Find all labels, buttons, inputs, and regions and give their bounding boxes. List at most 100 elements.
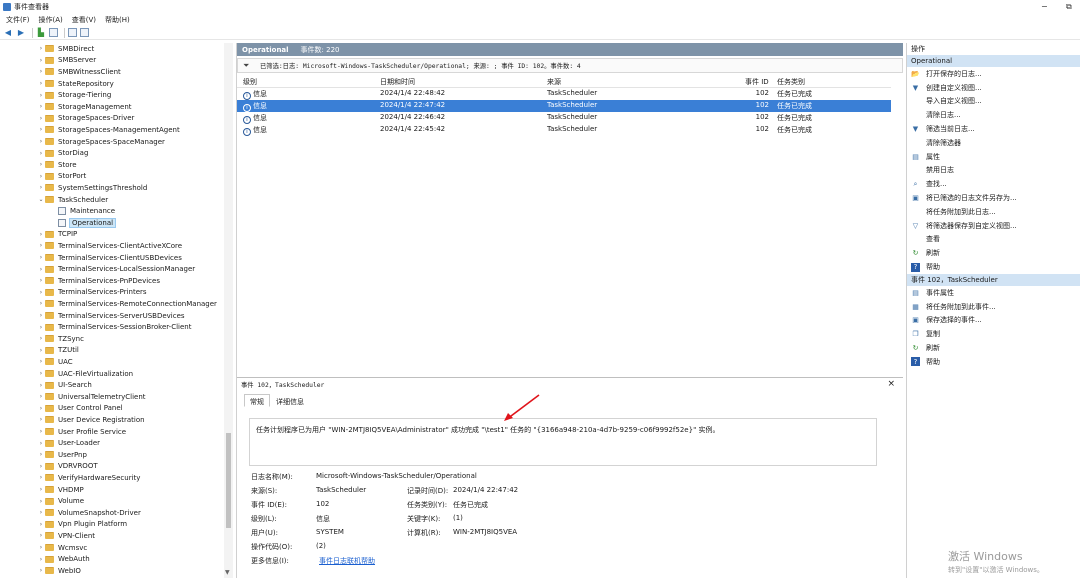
tree-item[interactable]: Operational xyxy=(58,217,117,229)
chevron-right-icon[interactable]: › xyxy=(37,103,45,110)
column-level[interactable]: 级别 xyxy=(243,77,257,87)
grid-scrollbar[interactable] xyxy=(891,76,903,410)
tree-item[interactable]: › TCPIP xyxy=(37,229,77,241)
forward-icon[interactable]: ▶ xyxy=(16,28,26,38)
chevron-right-icon[interactable]: › xyxy=(37,532,45,539)
tree-item[interactable]: › SystemSettingsThreshold xyxy=(37,182,148,194)
chevron-right-icon[interactable]: › xyxy=(37,416,45,423)
chevron-right-icon[interactable]: › xyxy=(37,521,45,528)
action-item[interactable]: ▼ 创建自定义视图... xyxy=(907,81,1080,95)
tree-item[interactable]: Maintenance xyxy=(58,205,115,217)
action-item[interactable]: ? 帮助 xyxy=(907,260,1080,274)
chevron-right-icon[interactable]: › xyxy=(37,126,45,133)
chevron-right-icon[interactable]: › xyxy=(37,161,45,168)
action-item[interactable]: ❐ 复制 xyxy=(907,327,1080,341)
actions-section-event[interactable]: 事件 102，TaskScheduler xyxy=(907,273,1080,286)
chevron-right-icon[interactable]: › xyxy=(37,173,45,180)
action-item[interactable]: ▽ 将筛选器保存到自定义视图... xyxy=(907,219,1080,233)
tree-item[interactable]: › Volume xyxy=(37,495,84,507)
tree-item[interactable]: › UI-Search xyxy=(37,379,92,391)
chevron-right-icon[interactable]: › xyxy=(37,463,45,470)
action-item[interactable]: ⌕ 查找... xyxy=(907,177,1080,191)
tree-item[interactable]: › WebIO xyxy=(37,565,81,577)
chevron-right-icon[interactable]: › xyxy=(37,474,45,481)
chevron-right-icon[interactable]: › xyxy=(37,242,45,249)
tree-item[interactable]: › VHDMP xyxy=(37,484,84,496)
action-pane-icon[interactable] xyxy=(80,28,89,37)
scroll-down-icon[interactable]: ▼ xyxy=(225,569,230,576)
tree-item[interactable]: › UAC xyxy=(37,356,73,368)
table-row[interactable]: i 信息 2024/1/4 22:46:42 TaskScheduler 102 任务已完… xyxy=(237,112,891,124)
tree-scrollbar[interactable]: ▼ xyxy=(224,43,233,578)
action-item[interactable]: 将任务附加到此日志... xyxy=(907,205,1080,219)
chevron-right-icon[interactable]: › xyxy=(37,428,45,435)
action-item[interactable]: ▤ 属性 xyxy=(907,150,1080,164)
tree-item[interactable]: › SMBDirect xyxy=(37,43,94,55)
chevron-right-icon[interactable]: › xyxy=(37,370,45,377)
tree-item[interactable]: › User Profile Service xyxy=(37,426,126,438)
tree-item[interactable]: › VPN-Client xyxy=(37,530,95,542)
show-scope-icon[interactable]: ▙ xyxy=(36,28,46,38)
tree-item[interactable]: › Store xyxy=(37,159,77,171)
table-row[interactable]: i 信息 2024/1/4 22:48:42 TaskScheduler 102 任务已完… xyxy=(237,88,891,100)
restore-button[interactable]: ⧉ xyxy=(1066,2,1072,12)
action-item[interactable]: 📂 打开保存的日志... xyxy=(907,67,1080,81)
menu-action[interactable]: 操作(A) xyxy=(39,15,63,25)
action-item[interactable]: 清除日志... xyxy=(907,108,1080,122)
action-item[interactable]: ▣ 将已筛选的日志文件另存为... xyxy=(907,191,1080,205)
action-item[interactable]: 禁用日志 xyxy=(907,164,1080,178)
action-item[interactable]: ↻ 刷新 xyxy=(907,246,1080,260)
tree-item[interactable]: › TerminalServices-SessionBroker-Client xyxy=(37,321,192,333)
action-item[interactable]: 导入自定义视图... xyxy=(907,95,1080,109)
tree-item[interactable]: › TerminalServices-ClientActiveXCore xyxy=(37,240,182,252)
menu-file[interactable]: 文件(F) xyxy=(6,15,30,25)
chevron-right-icon[interactable]: › xyxy=(37,289,45,296)
tree-item[interactable]: › VolumeSnapshot-Driver xyxy=(37,507,141,519)
tree-item[interactable]: › WebAuth xyxy=(37,553,90,565)
chevron-right-icon[interactable]: › xyxy=(37,45,45,52)
chevron-right-icon[interactable]: › xyxy=(37,184,45,191)
tree-item[interactable]: › StorageManagement xyxy=(37,101,132,113)
tab-general[interactable]: 常规 xyxy=(244,394,270,407)
tree-item[interactable]: › TerminalServices-LocalSessionManager xyxy=(37,263,195,275)
tree-item[interactable]: › TerminalServices-PnPDevices xyxy=(37,275,160,287)
action-item[interactable]: 查看 xyxy=(907,233,1080,247)
chevron-right-icon[interactable]: › xyxy=(37,567,45,574)
column-event-id[interactable]: 事件 ID xyxy=(745,77,769,87)
chevron-right-icon[interactable]: › xyxy=(37,300,45,307)
chevron-right-icon[interactable]: › xyxy=(37,324,45,331)
chevron-right-icon[interactable]: › xyxy=(37,509,45,516)
tree-item[interactable]: › TerminalServices-Printers xyxy=(37,287,147,299)
back-icon[interactable]: ◀ xyxy=(3,28,13,38)
tree-item[interactable]: › UniversalTelemetryClient xyxy=(37,391,146,403)
chevron-right-icon[interactable]: › xyxy=(37,544,45,551)
column-category[interactable]: 任务类别 xyxy=(777,77,805,87)
chevron-right-icon[interactable]: › xyxy=(37,335,45,342)
chevron-right-icon[interactable]: › xyxy=(37,405,45,412)
menu-view[interactable]: 查看(V) xyxy=(72,15,96,25)
tree-item[interactable]: › StateRepository xyxy=(37,78,114,90)
chevron-right-icon[interactable]: › xyxy=(37,382,45,389)
close-icon[interactable]: × xyxy=(887,379,895,389)
action-item[interactable]: ▼ 筛选当前日志... xyxy=(907,122,1080,136)
properties-icon[interactable] xyxy=(49,28,58,37)
tree-item[interactable]: › TerminalServices-ClientUSBDevices xyxy=(37,252,182,264)
chevron-right-icon[interactable]: › xyxy=(37,393,45,400)
table-row[interactable]: i 信息 2024/1/4 22:45:42 TaskScheduler 102 任务已完… xyxy=(237,124,891,136)
actions-section-log[interactable]: Operational xyxy=(907,55,1080,67)
chevron-right-icon[interactable]: › xyxy=(37,80,45,87)
tree-item[interactable]: › TZUtil xyxy=(37,345,79,357)
tree-item[interactable]: › TZSync xyxy=(37,333,84,345)
chevron-right-icon[interactable]: › xyxy=(37,92,45,99)
chevron-down-icon[interactable]: ⌄ xyxy=(37,196,45,203)
tree-item[interactable]: › StorDiag xyxy=(37,147,89,159)
chevron-right-icon[interactable]: › xyxy=(37,440,45,447)
chevron-right-icon[interactable]: › xyxy=(37,254,45,261)
chevron-right-icon[interactable]: › xyxy=(37,68,45,75)
chevron-right-icon[interactable]: › xyxy=(37,115,45,122)
chevron-right-icon[interactable]: › xyxy=(37,277,45,284)
action-item[interactable]: ? 帮助 xyxy=(907,355,1080,369)
menu-help[interactable]: 帮助(H) xyxy=(105,15,130,25)
chevron-right-icon[interactable]: › xyxy=(37,312,45,319)
tree-item[interactable]: › User Control Panel xyxy=(37,403,123,415)
